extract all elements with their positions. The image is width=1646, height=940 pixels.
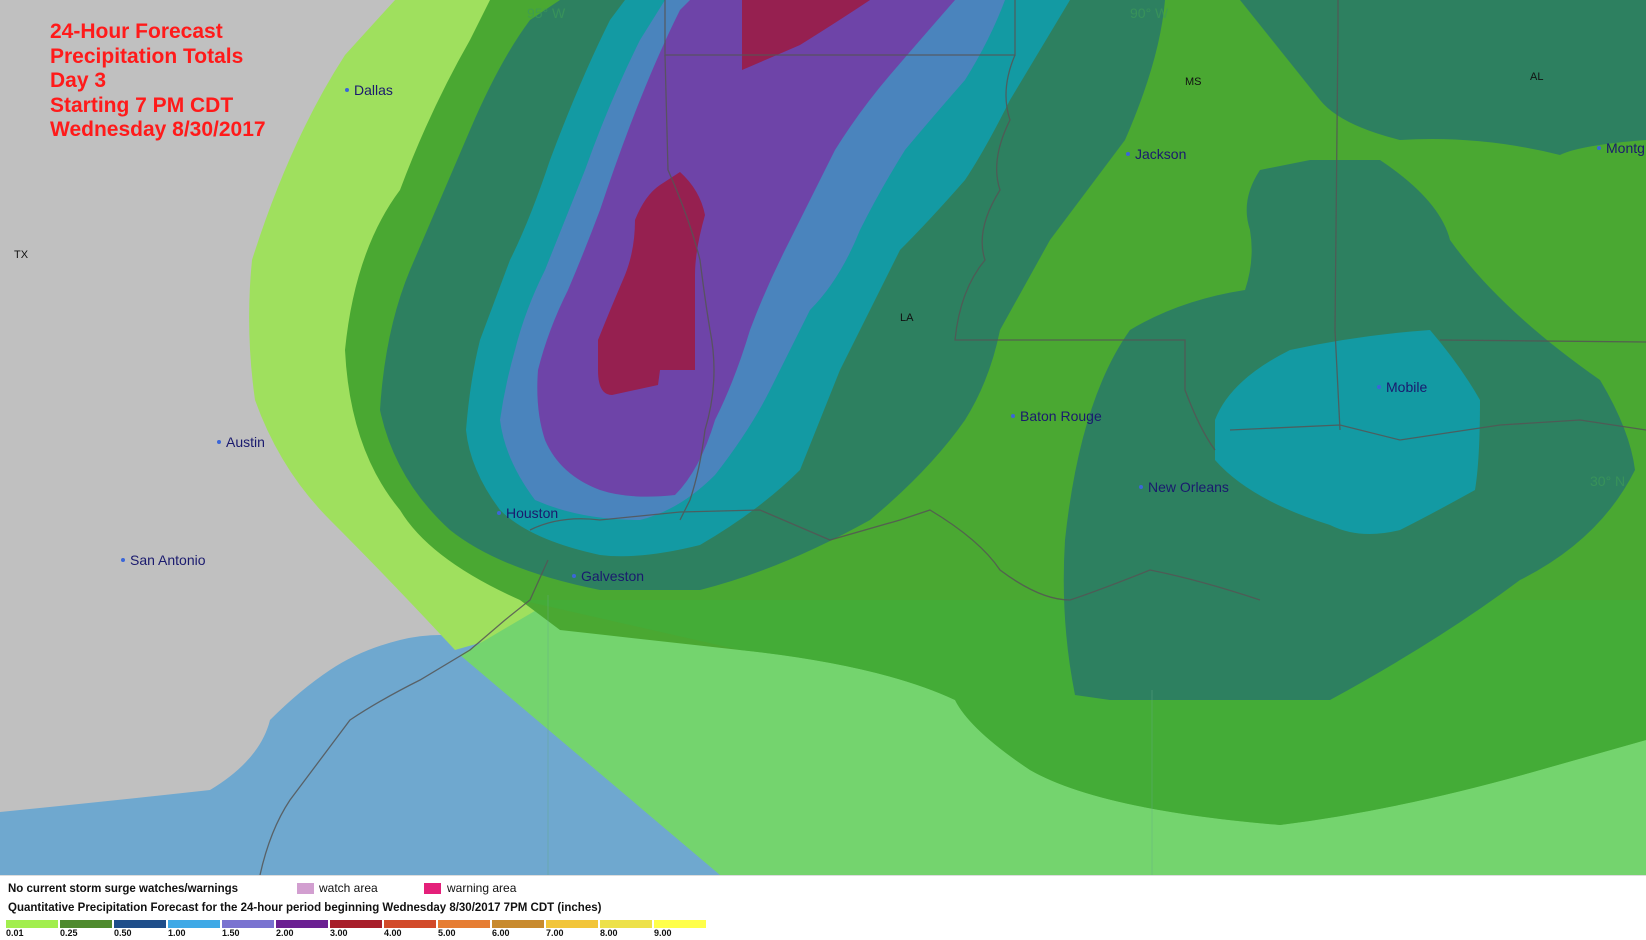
state-label-tx: TX — [14, 249, 29, 261]
scale-swatch-4-00 — [384, 920, 436, 928]
city-montgomery[interactable]: Montg — [1597, 140, 1645, 156]
title-line-2: Precipitation Totals — [50, 44, 244, 68]
watch-area-label: watch area — [319, 881, 378, 895]
scale-swatch-8-00 — [600, 920, 652, 928]
city-baton-rouge[interactable]: Baton Rouge — [1011, 408, 1102, 424]
title-line-3: Day 3 — [50, 69, 107, 92]
map-title: 24-Hour Forecast Precipitation Totals Da… — [50, 20, 266, 143]
state-label-la: LA — [900, 312, 914, 324]
city-marker-icon — [497, 511, 501, 516]
city-marker-icon — [345, 88, 349, 93]
grid-label-30n: 30° N — [1590, 473, 1626, 489]
city-houston[interactable]: Houston — [497, 505, 558, 521]
city-jackson[interactable]: Jackson — [1126, 146, 1186, 162]
state-label-ms: MS — [1185, 76, 1202, 88]
grid-label-95w: 95° W — [527, 5, 566, 21]
precipitation-map[interactable]: 24-Hour Forecast Precipitation Totals Da… — [0, 0, 1646, 875]
warning-area-label: warning area — [447, 881, 517, 895]
city-galveston[interactable]: Galveston — [572, 568, 644, 584]
scale-label-6-00: 6.00 — [492, 928, 510, 938]
city-mobile[interactable]: Mobile — [1377, 379, 1427, 395]
title-line-5: Wednesday 8/30/2017 — [50, 118, 266, 141]
scale-label-9-00: 9.00 — [654, 928, 672, 938]
city-marker-icon — [121, 558, 125, 563]
title-line-4: Starting 7 PM CDT — [50, 93, 234, 117]
scale-label-4-00: 4.00 — [384, 928, 402, 938]
title-line-1: 24-Hour Forecast — [50, 20, 223, 43]
warning-area-swatch — [424, 883, 441, 894]
scale-swatch-0-25 — [60, 920, 112, 928]
city-san-antonio[interactable]: San Antonio — [121, 552, 206, 568]
grid-label-90w: 90° W — [1130, 5, 1169, 21]
qpf-caption: Quantitative Precipitation Forecast for … — [8, 902, 602, 914]
scale-label-0-50: 0.50 — [114, 928, 132, 938]
city-marker-icon — [1126, 152, 1130, 157]
scale-swatch-1-00 — [168, 920, 220, 928]
scale-swatch-5-00 — [438, 920, 490, 928]
scale-swatch-6-00 — [492, 920, 544, 928]
scale-label-0-25: 0.25 — [60, 928, 78, 938]
scale-label-0-01: 0.01 — [6, 928, 24, 938]
scale-label-8-00: 8.00 — [600, 928, 618, 938]
city-marker-icon — [217, 440, 221, 445]
map-legend: No current storm surge watches/warnings … — [0, 875, 1646, 940]
scale-label-7-00: 7.00 — [546, 928, 564, 938]
city-marker-icon — [1139, 485, 1143, 490]
scale-swatch-9-00 — [654, 920, 706, 928]
city-marker-icon — [572, 574, 576, 579]
scale-swatch-1-50 — [222, 920, 274, 928]
map-stage: 24-Hour Forecast Precipitation Totals Da… — [0, 0, 1646, 940]
scale-swatch-3-00 — [330, 920, 382, 928]
scale-label-2-00: 2.00 — [276, 928, 294, 938]
scale-swatch-0-50 — [114, 920, 166, 928]
scale-label-5-00: 5.00 — [438, 928, 456, 938]
city-marker-icon — [1377, 385, 1381, 390]
scale-swatch-2-00 — [276, 920, 328, 928]
scale-swatch-7-00 — [546, 920, 598, 928]
city-dallas[interactable]: Dallas — [345, 82, 393, 98]
storm-surge-status: No current storm surge watches/warnings — [8, 883, 239, 895]
city-austin[interactable]: Austin — [217, 434, 265, 450]
scale-label-3-00: 3.00 — [330, 928, 348, 938]
scale-swatch-0-01 — [6, 920, 58, 928]
watch-area-swatch — [297, 883, 314, 894]
scale-label-1-00: 1.00 — [168, 928, 186, 938]
city-new-orleans[interactable]: New Orleans — [1139, 479, 1229, 495]
state-label-al: AL — [1530, 71, 1544, 83]
city-marker-icon — [1011, 414, 1015, 419]
city-marker-icon — [1597, 146, 1601, 151]
scale-label-1-50: 1.50 — [222, 928, 240, 938]
